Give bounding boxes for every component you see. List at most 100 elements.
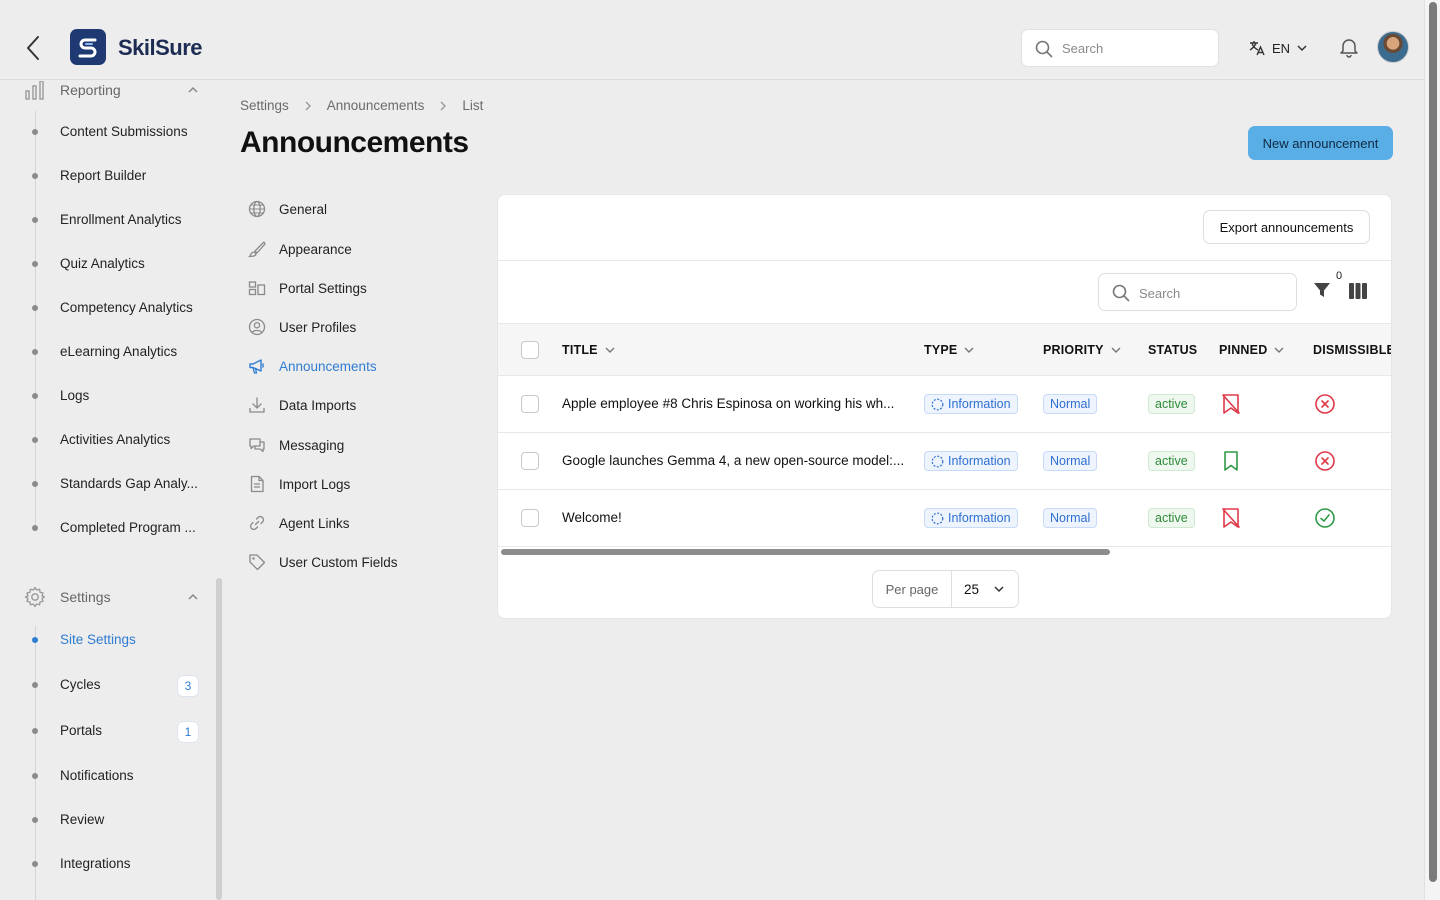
subnav-appearance[interactable]: Appearance — [248, 240, 352, 258]
brand-logo[interactable] — [70, 29, 106, 65]
subnav-general[interactable]: General — [248, 200, 327, 218]
bell-icon[interactable] — [1338, 36, 1360, 63]
row-title[interactable]: Google launches Gemma 4, a new open-sour… — [562, 453, 907, 468]
bar-chart-icon — [25, 81, 44, 100]
priority-badge: Normal — [1043, 508, 1098, 528]
bookmark-off-icon[interactable] — [1221, 393, 1241, 420]
page-scrollbar-thumb[interactable] — [1429, 2, 1437, 882]
subnav-import-logs[interactable]: Import Logs — [248, 475, 350, 493]
sidebar-item-site-settings[interactable]: Site Settings — [60, 632, 200, 647]
brand-name[interactable]: SkilSure — [118, 35, 203, 61]
sidebar-item-competency-analytics[interactable]: Competency Analytics — [60, 300, 200, 315]
subnav-user-profiles[interactable]: User Profiles — [248, 318, 356, 336]
type-label: Information — [948, 511, 1011, 525]
bullet — [32, 817, 38, 823]
subnav-label: Appearance — [279, 241, 352, 257]
subnav-messaging[interactable]: Messaging — [248, 436, 344, 454]
table-row[interactable]: Welcome! Information Normal active — [498, 490, 1391, 547]
x-circle-icon — [1314, 450, 1336, 477]
back-icon[interactable] — [22, 34, 46, 62]
type-label: Information — [948, 397, 1011, 411]
filter-icon[interactable] — [1313, 281, 1331, 304]
sidebar-item-elearning-analytics[interactable]: eLearning Analytics — [60, 344, 200, 359]
sidebar-section-settings[interactable]: Settings — [24, 586, 199, 608]
bookmark-off-icon[interactable] — [1221, 507, 1241, 534]
sidebar-item-standards-gap-analysis[interactable]: Standards Gap Analy... — [60, 476, 200, 491]
status-badge: active — [1148, 451, 1195, 471]
column-header-label: DISMISSIBLE — [1313, 343, 1392, 357]
page-scrollbar[interactable] — [1424, 0, 1440, 900]
subnav-portal-settings[interactable]: Portal Settings — [248, 279, 367, 297]
select-all-checkbox[interactable] — [521, 341, 539, 359]
subnav-label: Data Imports — [279, 397, 357, 413]
row-title[interactable]: Apple employee #8 Chris Espinosa on work… — [562, 396, 907, 411]
sidebar-scrollbar[interactable] — [216, 578, 222, 900]
sidebar-item-report-builder[interactable]: Report Builder — [60, 168, 200, 183]
bullet — [32, 349, 38, 355]
global-search[interactable] — [1021, 29, 1219, 67]
row-checkbox[interactable] — [521, 509, 539, 527]
columns-icon[interactable] — [1349, 283, 1367, 304]
info-circle-icon — [931, 398, 944, 410]
chevron-right-icon — [305, 101, 311, 110]
type-label: Information — [948, 454, 1011, 468]
sidebar-section-label: Settings — [60, 589, 111, 605]
breadcrumb-settings[interactable]: Settings — [240, 98, 289, 113]
table-horizontal-scrollbar[interactable] — [501, 549, 1110, 555]
subnav-user-custom-fields[interactable]: User Custom Fields — [248, 553, 398, 571]
priority-badge: Normal — [1043, 394, 1098, 414]
sidebar-item-completed-program[interactable]: Completed Program ... — [60, 520, 200, 535]
user-avatar[interactable] — [1377, 31, 1409, 63]
sidebar-item-content-submissions[interactable]: Content Submissions — [60, 124, 200, 139]
subnav-data-imports[interactable]: Data Imports — [248, 396, 356, 414]
row-checkbox[interactable] — [521, 395, 539, 413]
sidebar-item-quiz-analytics[interactable]: Quiz Analytics — [60, 256, 200, 271]
column-header-type[interactable]: TYPE — [924, 343, 975, 357]
column-header-label: TITLE — [562, 343, 598, 357]
column-header-status: STATUS — [1148, 343, 1197, 357]
sidebar-item-enrollment-analytics[interactable]: Enrollment Analytics — [60, 212, 200, 227]
table-row[interactable]: Google launches Gemma 4, a new open-sour… — [498, 433, 1391, 490]
sidebar-tree-line — [35, 626, 36, 900]
column-header-title[interactable]: TITLE — [562, 343, 616, 357]
per-page-select[interactable]: 25 — [952, 571, 1018, 607]
row-checkbox[interactable] — [521, 452, 539, 470]
subnav-announcements[interactable]: Announcements — [248, 357, 377, 375]
subnav-label: Portal Settings — [279, 280, 367, 296]
sidebar-section-reporting[interactable]: Reporting — [24, 81, 199, 101]
globe-icon — [248, 200, 266, 218]
bullet — [32, 437, 38, 443]
column-header-priority[interactable]: PRIORITY — [1043, 343, 1122, 357]
tag-icon — [248, 553, 266, 571]
bookmark-icon[interactable] — [1221, 450, 1241, 477]
sidebar-item-activities-analytics[interactable]: Activities Analytics — [60, 432, 200, 447]
chevron-down-icon — [1297, 45, 1307, 52]
row-title[interactable]: Welcome! — [562, 510, 907, 525]
download-icon — [248, 396, 266, 414]
gear-icon — [24, 586, 46, 608]
sidebar-item-integrations[interactable]: Integrations — [60, 856, 200, 871]
type-badge: Information — [924, 394, 1018, 414]
global-search-input[interactable] — [1062, 38, 1212, 58]
translate-icon — [1249, 41, 1265, 56]
language-label: EN — [1272, 40, 1291, 56]
table-search[interactable] — [1098, 273, 1297, 311]
subnav-label: User Profiles — [279, 319, 357, 335]
bullet — [32, 728, 38, 734]
breadcrumb-announcements[interactable]: Announcements — [327, 98, 425, 113]
column-header-pinned[interactable]: PINNED — [1219, 343, 1285, 357]
table-search-input[interactable] — [1139, 283, 1289, 303]
sidebar-item-review[interactable]: Review — [60, 812, 200, 827]
per-page-value: 25 — [964, 581, 980, 597]
per-page-label: Per page — [873, 571, 952, 607]
sidebar-item-notifications[interactable]: Notifications — [60, 768, 200, 783]
table-row[interactable]: Apple employee #8 Chris Espinosa on work… — [498, 376, 1391, 433]
page-title: Announcements — [240, 126, 469, 159]
sidebar-item-logs[interactable]: Logs — [60, 388, 200, 403]
new-announcement-button[interactable]: New announcement — [1248, 126, 1393, 160]
per-page-selector[interactable]: Per page 25 — [872, 570, 1019, 608]
count-badge: 3 — [177, 675, 199, 697]
language-selector[interactable]: EN — [1248, 38, 1308, 58]
subnav-agent-links[interactable]: Agent Links — [248, 514, 350, 532]
export-announcements-button[interactable]: Export announcements — [1203, 210, 1370, 244]
